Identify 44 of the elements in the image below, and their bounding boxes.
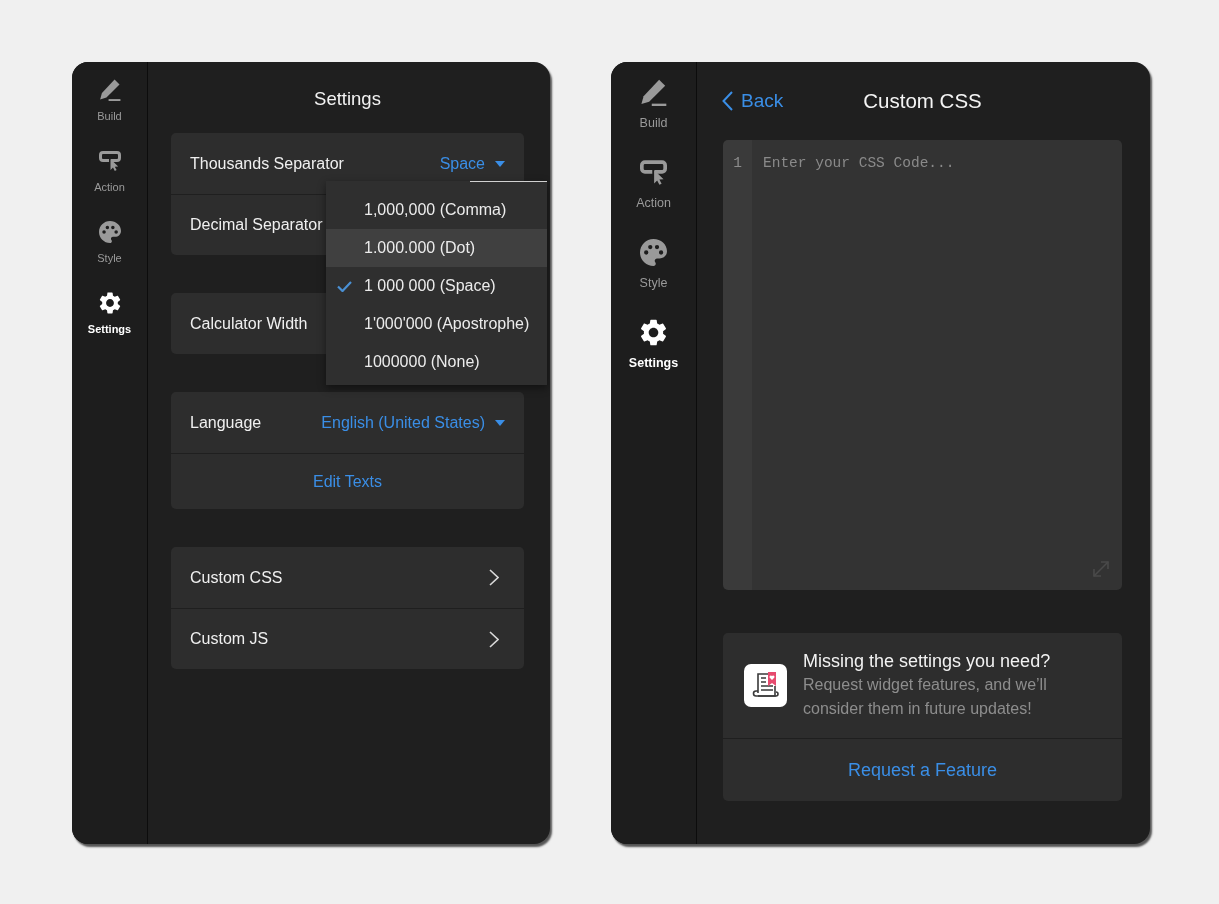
line-number: 1 <box>733 154 742 173</box>
back-button[interactable]: Back <box>722 90 784 112</box>
sidebar-item[interactable]: Build <box>611 76 696 156</box>
setting-label: Language <box>190 413 262 432</box>
dropdown-button[interactable]: Space <box>439 154 505 173</box>
chevron-left-icon <box>722 91 733 111</box>
page-title: Custom CSS <box>863 89 982 113</box>
page-title: Settings <box>313 87 382 111</box>
code-input-field[interactable]: Enter your CSS Code... <box>752 140 1122 590</box>
sidebar-item[interactable]: Settings <box>611 316 696 396</box>
palette-icon <box>98 221 121 243</box>
nav-row[interactable]: Custom CSS <box>171 547 524 608</box>
settings-icon <box>640 319 667 346</box>
cursor-button-icon <box>98 150 121 172</box>
document-bookmark-icon <box>744 663 787 707</box>
setting-label: Calculator Width <box>190 314 308 333</box>
menu-option[interactable]: 1,000,000 (Comma) <box>326 191 547 229</box>
dropdown-button[interactable]: English (United States) <box>321 413 505 432</box>
sidebar-item[interactable]: Style <box>611 236 696 316</box>
sidebar-item[interactable]: Style <box>72 218 147 289</box>
chevron-right-icon <box>489 630 499 648</box>
setting-label: Decimal Separator <box>190 216 323 234</box>
menu-option[interactable]: 1 000 000 (Space) <box>326 267 547 305</box>
settings-icon <box>98 292 121 314</box>
menu-option[interactable]: 1000000 (None) <box>326 343 547 381</box>
menu-option[interactable]: 1'000'000 (Apostrophe) <box>326 305 547 343</box>
sidebar-item[interactable]: Build <box>72 76 147 147</box>
menu-option[interactable]: 1.000.000 (Dot) <box>326 229 547 267</box>
nav-row[interactable]: Custom JS <box>171 609 524 669</box>
card-description: Request widget features, and we’ll consider them in future updates! <box>803 675 1048 719</box>
chevron-right-icon <box>489 569 499 586</box>
link-button[interactable]: Edit Texts <box>171 454 524 509</box>
link-button[interactable]: Request a Feature <box>723 739 1122 801</box>
caret-down-icon <box>495 160 505 167</box>
sidebar-item[interactable]: Settings <box>72 289 147 360</box>
pencil-icon <box>98 79 121 101</box>
sidebar-item[interactable]: Action <box>611 156 696 236</box>
setting-label: Thousands Separator <box>190 154 344 173</box>
pencil-icon <box>640 79 667 106</box>
palette-icon <box>640 239 667 266</box>
card-title: Missing the settings you need? <box>803 650 1052 673</box>
cursor-button-icon <box>640 159 667 186</box>
caret-down-icon <box>495 419 505 426</box>
sidebar-item[interactable]: Action <box>72 147 147 218</box>
